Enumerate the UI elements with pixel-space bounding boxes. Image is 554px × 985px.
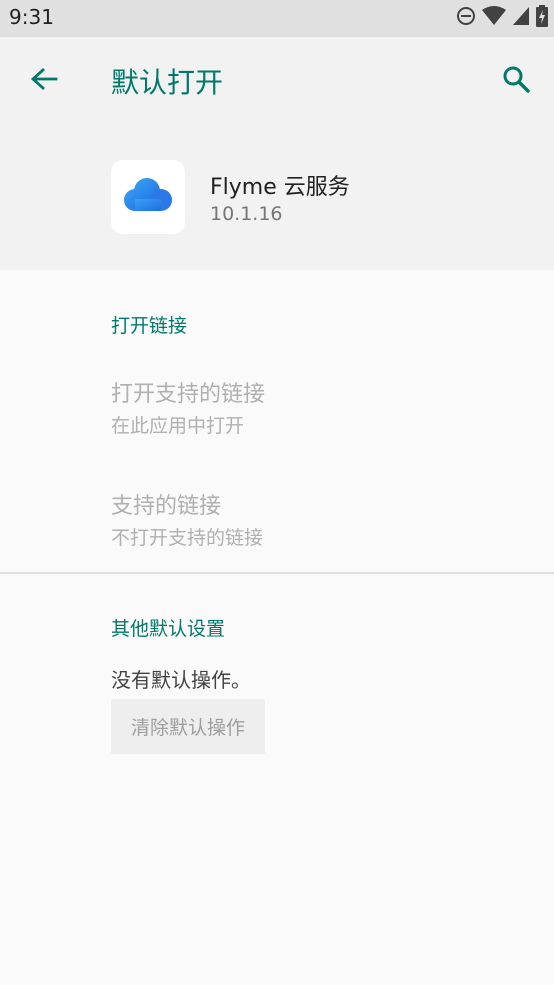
pref-summary: 不打开支持的链接 <box>111 527 264 549</box>
status-bar: 9:31 <box>0 0 554 37</box>
app-icon <box>111 160 185 234</box>
pref-title: 支持的链接 <box>111 494 222 519</box>
app-name: Flyme 云服务 <box>210 175 350 200</box>
pref-supported-links[interactable]: 支持的链接 不打开支持的链接 <box>0 488 554 574</box>
back-button[interactable] <box>20 59 68 103</box>
search-icon <box>502 65 530 97</box>
section-title-open-links: 打开链接 <box>111 315 188 337</box>
status-time: 9:31 <box>9 5 54 29</box>
arrow-back-icon <box>30 67 58 95</box>
signal-icon <box>512 6 530 30</box>
page-title: 默认打开 <box>111 66 224 99</box>
cloud-icon <box>121 175 175 219</box>
app-version: 10.1.16 <box>210 203 283 225</box>
app-bar: 默认打开 <box>0 37 554 123</box>
clear-defaults-button[interactable]: 清除默认操作 <box>111 699 265 754</box>
wifi-icon <box>482 6 506 30</box>
battery-charging-icon <box>536 5 548 31</box>
section-title-other-defaults: 其他默认设置 <box>111 618 226 640</box>
pref-summary: 在此应用中打开 <box>111 415 245 437</box>
no-defaults-message: 没有默认操作。 <box>111 668 251 692</box>
divider <box>0 572 554 574</box>
pref-title: 打开支持的链接 <box>111 382 266 407</box>
do-not-disturb-icon <box>456 6 476 30</box>
search-button[interactable] <box>492 59 540 103</box>
app-header: Flyme 云服务 10.1.16 <box>0 123 554 270</box>
status-icons <box>456 5 548 31</box>
pref-open-supported-links[interactable]: 打开支持的链接 在此应用中打开 <box>0 376 554 462</box>
